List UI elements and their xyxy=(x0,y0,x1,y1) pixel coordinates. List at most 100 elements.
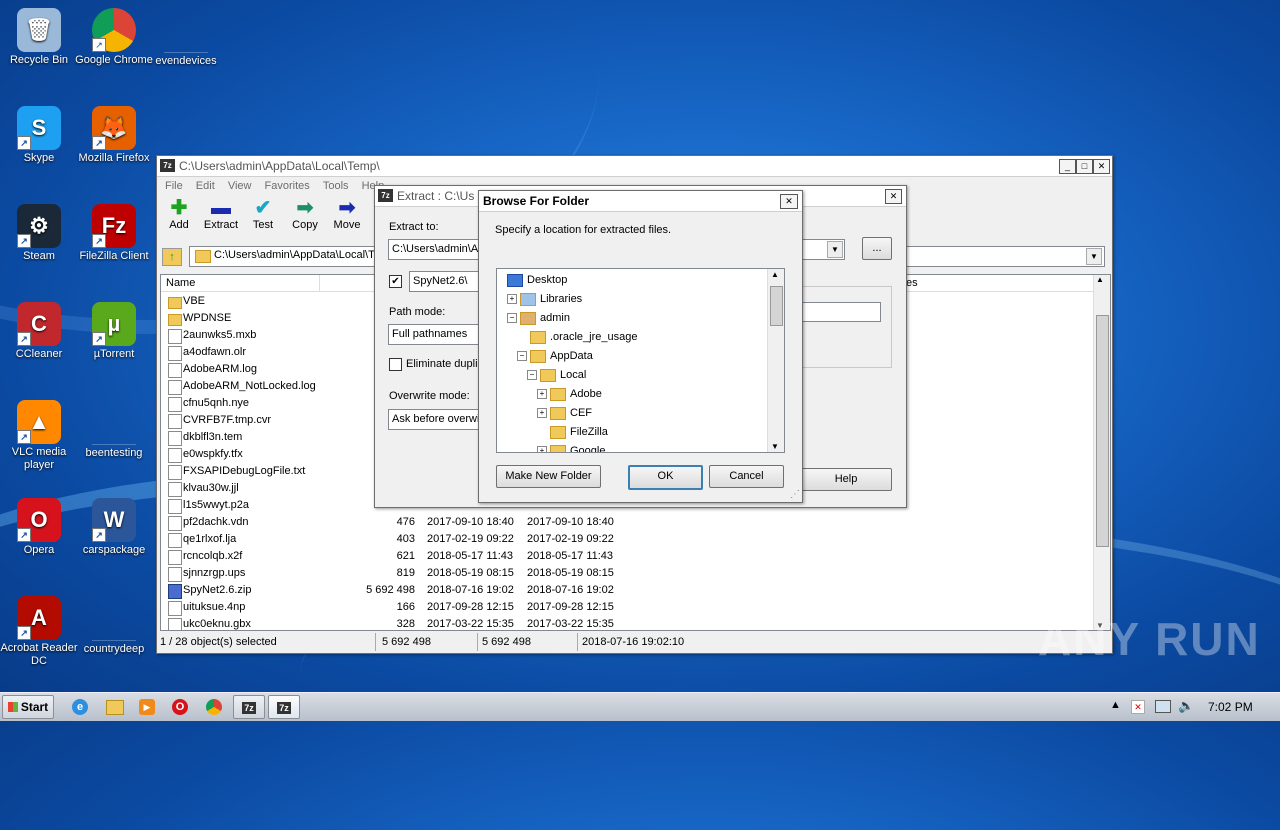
tree-node[interactable]: .oracle_jre_usage xyxy=(497,328,767,346)
extract-button[interactable]: ▬ Extract xyxy=(200,197,242,231)
resize-grip-icon[interactable]: ⋰ xyxy=(790,489,800,500)
menu-edit[interactable]: Edit xyxy=(191,177,220,195)
expand-icon[interactable]: + xyxy=(537,389,547,399)
desktop-icon-vlc-media-player[interactable]: ▲ ↗ VLC media player xyxy=(0,400,78,472)
scroll-up-icon[interactable]: ▲ xyxy=(1096,275,1104,284)
test-button[interactable]: ✔ Test xyxy=(242,197,284,231)
file-manager-titlebar[interactable]: 7z C:\Users\admin\AppData\Local\Temp\ _ … xyxy=(157,156,1112,177)
file-modified: 2018-07-16 19:02 xyxy=(427,584,514,596)
tree-node[interactable]: FileZilla xyxy=(497,423,767,441)
desktop-icon-filezilla-client[interactable]: Fz ↗ FileZilla Client xyxy=(75,204,153,263)
browse-for-folder-dialog: Browse For Folder ✕ Specify a location f… xyxy=(478,190,803,503)
tree-scroll-up-icon[interactable]: ▲ xyxy=(771,270,779,279)
file-modified: 2018-05-17 11:43 xyxy=(427,550,514,562)
expand-icon[interactable]: + xyxy=(537,408,547,418)
cancel-button[interactable]: Cancel xyxy=(709,465,784,488)
make-new-folder-button[interactable]: Make New Folder xyxy=(496,465,601,488)
tray-display-icon[interactable] xyxy=(1155,700,1171,713)
ie-icon[interactable]: e xyxy=(72,699,88,715)
chrome-taskbar-icon[interactable] xyxy=(206,699,222,715)
eliminate-checkbox[interactable] xyxy=(389,358,402,371)
up-folder-icon[interactable]: ↑ xyxy=(162,248,182,266)
column-tail[interactable]: es xyxy=(906,277,918,289)
watermark: ANY RUN xyxy=(1038,613,1261,665)
opera-taskbar-icon[interactable]: O xyxy=(172,699,188,715)
desktop-icon-opera[interactable]: O ↗ Opera xyxy=(0,498,78,557)
desktop-icon-acrobat-reader-dc[interactable]: A ↗ Acrobat Reader DC xyxy=(0,596,78,668)
move-button[interactable]: ➡ Move xyxy=(326,197,368,231)
tree-node[interactable]: Desktop xyxy=(497,271,767,289)
desktop-icon-steam[interactable]: ⚙ ↗ Steam xyxy=(0,204,78,263)
folder-tree[interactable]: Desktop + Libraries − admin .oracle_jre_usage… xyxy=(496,268,785,453)
file-row[interactable]: ukc0eknu.gbx 328 2017-03-22 15:35 2017-03-2… xyxy=(161,616,1101,630)
taskbar-7zip-1[interactable]: 7z xyxy=(233,695,265,719)
desktop-icon-beentesting[interactable]: beentesting xyxy=(75,400,153,460)
file-icon xyxy=(168,414,182,429)
tray-flag-icon[interactable]: ✕ xyxy=(1131,700,1145,714)
tree-scroll-down-icon[interactable]: ▼ xyxy=(771,442,779,451)
tray-volume-icon[interactable]: 🔈 xyxy=(1178,698,1194,714)
address-dropdown-icon[interactable]: ▼ xyxy=(1086,248,1102,265)
ok-button[interactable]: OK xyxy=(628,465,703,490)
media-player-icon[interactable]: ▶ xyxy=(139,699,155,715)
file-manager-title: C:\Users\admin\AppData\Local\Temp\ xyxy=(179,159,380,173)
tree-node[interactable]: + Adobe xyxy=(497,385,767,403)
desktop-icon-google-chrome[interactable]: ↗ Google Chrome xyxy=(75,8,153,67)
desktop-icon-evendevices[interactable]: evendevices xyxy=(147,8,225,68)
collapse-icon[interactable]: − xyxy=(507,313,517,323)
file-row[interactable]: pf2dachk.vdn 476 2017-09-10 18:40 2017-09-1… xyxy=(161,514,1101,531)
menu-favorites[interactable]: Favorites xyxy=(260,177,315,195)
browse-close-button[interactable]: ✕ xyxy=(780,194,798,209)
maximize-button[interactable]: □ xyxy=(1076,159,1093,174)
file-row[interactable]: rcncolqb.x2f 621 2018-05-17 11:43 2018-05-1… xyxy=(161,548,1101,565)
acrobat-icon: A ↗ xyxy=(17,596,61,640)
column-name[interactable]: Name xyxy=(166,277,195,289)
desktop-icon-recycle-bin[interactable]: 🗑 Recycle Bin xyxy=(0,8,78,67)
explorer-icon[interactable] xyxy=(106,700,124,715)
extract-to-dropdown-icon[interactable]: ▼ xyxy=(827,241,843,258)
file-row[interactable]: uituksue.4np 166 2017-09-28 12:15 2017-09-2… xyxy=(161,599,1101,616)
tree-node[interactable]: + CEF xyxy=(497,404,767,422)
copy-button[interactable]: ➡ Copy xyxy=(284,197,326,231)
menu-file[interactable]: File xyxy=(160,177,188,195)
expand-icon[interactable]: + xyxy=(537,446,547,452)
subfolder-checkbox[interactable]: ✔ xyxy=(389,275,402,288)
tree-scroll-thumb[interactable] xyxy=(770,286,783,326)
file-row[interactable]: SpyNet2.6.zip 5 692 498 2018-07-16 19:02 20… xyxy=(161,582,1101,599)
vlc-icon: ▲ ↗ xyxy=(17,400,61,444)
clock[interactable]: 7:02 PM xyxy=(1208,700,1253,714)
file-row[interactable]: qe1rlxof.lja 403 2017-02-19 09:22 2017-02-1… xyxy=(161,531,1101,548)
minimize-button[interactable]: _ xyxy=(1059,159,1076,174)
tree-node[interactable]: − AppData xyxy=(497,347,767,365)
collapse-icon[interactable]: − xyxy=(517,351,527,361)
tree-node[interactable]: + Google xyxy=(497,442,767,452)
password-field[interactable] xyxy=(795,302,881,322)
collapse-icon[interactable]: − xyxy=(527,370,537,380)
tree-scrollbar[interactable]: ▲ ▼ xyxy=(767,269,784,452)
tree-node[interactable]: − admin xyxy=(497,309,767,327)
add-button[interactable]: ✚ Add xyxy=(158,197,200,231)
desktop-icon-ccleaner[interactable]: C ↗ CCleaner xyxy=(0,302,78,361)
help-button[interactable]: Help xyxy=(800,468,892,491)
browse-button[interactable]: ... xyxy=(862,237,892,260)
close-button[interactable]: ✕ xyxy=(1093,159,1110,174)
desktop-icon-countrydeep[interactable]: countrydeep xyxy=(75,596,153,656)
start-button[interactable]: Start xyxy=(2,695,54,719)
scrollbar[interactable]: ▲ ▼ xyxy=(1093,275,1110,630)
desktop-icon-label: Google Chrome xyxy=(75,54,153,66)
tray-expand-icon[interactable]: ▲ xyxy=(1110,699,1121,711)
extract-close-button[interactable]: ✕ xyxy=(885,189,902,204)
scroll-thumb[interactable] xyxy=(1096,315,1109,547)
browse-titlebar[interactable]: Browse For Folder ✕ xyxy=(479,191,802,212)
tree-node[interactable]: − Local xyxy=(497,366,767,384)
desktop-icon--torrent[interactable]: µ ↗ µTorrent xyxy=(75,302,153,361)
file-row[interactable]: sjnnzrgp.ups 819 2018-05-19 08:15 2018-05-1… xyxy=(161,565,1101,582)
menu-view[interactable]: View xyxy=(223,177,257,195)
desktop-icon-carspackage[interactable]: W ↗ carspackage xyxy=(75,498,153,557)
taskbar-7zip-2[interactable]: 7z xyxy=(268,695,300,719)
expand-icon[interactable]: + xyxy=(507,294,517,304)
desktop-icon-skype[interactable]: S ↗ Skype xyxy=(0,106,78,165)
menu-tools[interactable]: Tools xyxy=(318,177,354,195)
tree-node[interactable]: + Libraries xyxy=(497,290,767,308)
desktop-icon-mozilla-firefox[interactable]: 🦊 ↗ Mozilla Firefox xyxy=(75,106,153,165)
